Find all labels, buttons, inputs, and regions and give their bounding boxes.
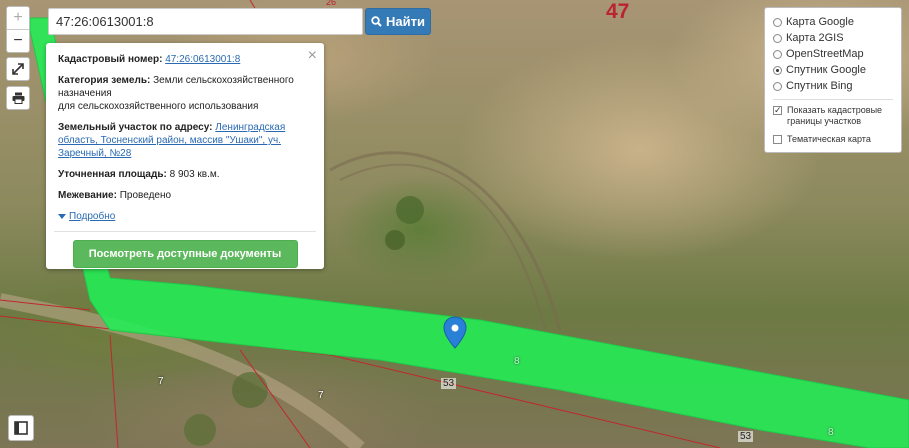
plot-number-label: 8 [514,356,520,367]
triangle-down-icon [58,214,66,219]
area-value: 8 903 кв.м. [169,169,220,180]
checkbox-icon [773,134,782,144]
layer-option-google-satellite[interactable]: Спутник Google [773,62,893,78]
thematic-map-label: Тематическая карта [787,133,871,144]
plot-number-label: 7 [318,390,324,401]
survey-value: Проведено [119,190,172,201]
details-link-label: Подробно [69,211,116,222]
plot-number-label: 8 [828,427,834,438]
thematic-map-toggle[interactable]: Тематическая карта [773,134,893,145]
zoom-control: + − [6,6,30,53]
layer-option-label: Спутник Bing [786,80,853,92]
cadastral-number-label: Кадастровый номер: [58,54,163,65]
view-documents-button[interactable]: Посмотреть доступные документы [72,240,298,268]
panel-icon [14,421,28,435]
details-link[interactable]: Подробно [58,210,312,223]
radio-selected-icon [773,65,782,75]
radio-icon [773,33,782,43]
search-button-label: Найти [386,14,425,29]
radio-icon [773,81,782,91]
survey-label: Межевание: [58,190,117,201]
close-icon[interactable]: × [308,46,317,67]
layer-option-2gis[interactable]: Карта 2GIS [773,30,893,46]
print-button[interactable] [6,86,30,110]
top-fragment-label: 26 [326,0,337,7]
layers-toggle-button[interactable] [8,415,34,441]
address-label: Земельный участок по адресу: [58,122,213,133]
fullscreen-button[interactable] [6,57,30,81]
search-input[interactable] [48,8,363,35]
layer-option-label: Карта 2GIS [786,32,844,44]
plot-number-label: 7 [158,376,164,387]
layer-option-label: OpenStreetMap [786,48,864,60]
address-row: Земельный участок по адресу: Ленинградск… [58,121,312,160]
zoom-in-button[interactable]: + [7,7,29,30]
land-category-label: Категория земель: [58,75,151,86]
layer-option-google-map[interactable]: Карта Google [773,14,893,30]
layer-option-osm[interactable]: OpenStreetMap [773,46,893,62]
cadastral-number-row: Кадастровый номер: 47:26:0613001:8 [58,53,312,66]
area-row: Уточненная площадь: 8 903 кв.м. [58,168,312,181]
area-label: Уточненная площадь: [58,169,167,180]
search-button[interactable]: Найти [365,8,431,35]
plot-number-label: 53 [738,431,754,442]
layer-switcher: Карта Google Карта 2GIS OpenStreetMap Сп… [764,7,902,153]
divider [54,231,316,232]
checkbox-checked-icon: ✓ [773,105,782,115]
search-icon [371,16,382,27]
printer-icon [12,92,24,104]
cadastral-number-link[interactable]: 47:26:0613001:8 [165,54,240,65]
layer-option-bing-satellite[interactable]: Спутник Bing [773,78,893,94]
expand-icon [12,63,24,75]
plot-number-label: 53 [441,378,457,389]
survey-row: Межевание: Проведено [58,189,312,202]
land-use-value: для сельскохозяйственного использования [58,101,259,112]
layer-option-label: Карта Google [786,16,854,28]
radio-icon [773,17,782,27]
region-number-label: 47 [606,0,630,23]
divider [773,99,893,100]
cadastral-boundaries-toggle[interactable]: ✓ Показать кадастровые границы участков [773,105,893,128]
radio-icon [773,49,782,59]
parcel-info-popup: × Кадастровый номер: 47:26:0613001:8 Кат… [46,43,324,269]
land-category-row: Категория земель: Земли сельскохозяйстве… [58,74,312,113]
layer-option-label: Спутник Google [786,64,866,76]
cadastral-boundaries-label: Показать кадастровые границы участков [787,105,883,127]
zoom-out-button[interactable]: − [7,30,29,52]
